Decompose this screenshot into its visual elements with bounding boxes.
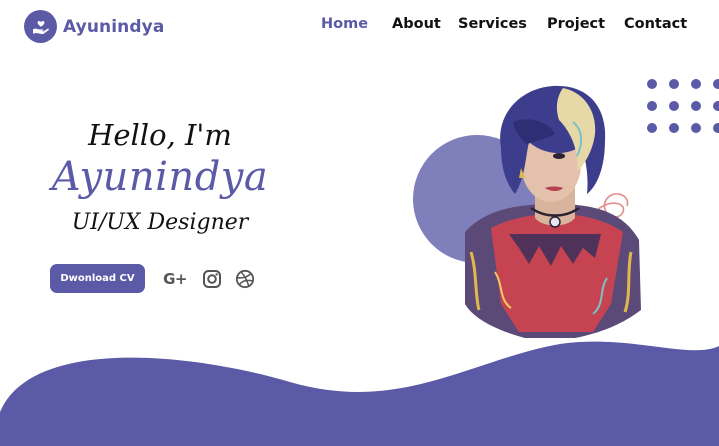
- nav-item-home[interactable]: Home: [321, 16, 368, 32]
- google-plus-glyph: G+: [163, 270, 187, 288]
- dot-grid-decoration: [647, 79, 719, 133]
- bottom-wave: [0, 341, 719, 446]
- nav-item-contact[interactable]: Contact: [624, 16, 687, 32]
- landing-page: Ayunindya Home About Services Project Co…: [0, 0, 719, 446]
- instagram-icon[interactable]: [201, 268, 223, 290]
- dribbble-icon[interactable]: [234, 268, 256, 290]
- nav-item-about[interactable]: About: [392, 16, 441, 32]
- google-plus-icon[interactable]: G+: [163, 268, 187, 290]
- hero-role: UI/UX Designer: [71, 210, 249, 235]
- portrait-illustration: [465, 85, 641, 338]
- download-cv-button[interactable]: Dwonload CV: [50, 264, 145, 293]
- hero-name: Ayunindya: [51, 154, 269, 200]
- nav-item-project[interactable]: Project: [547, 16, 605, 32]
- nav-item-services[interactable]: Services: [458, 16, 527, 32]
- hero-greeting: Hello, I'm: [88, 118, 232, 152]
- main-nav: Home About Services Project Contact: [0, 16, 719, 38]
